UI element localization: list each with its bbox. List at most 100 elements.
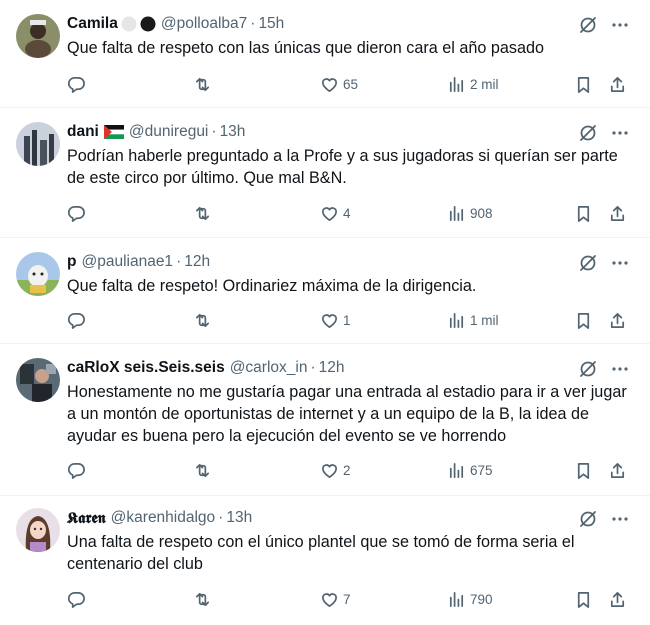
retweet-button[interactable] [193, 202, 212, 224]
view-count: 1 mil [470, 312, 499, 328]
view-count: 790 [470, 591, 493, 607]
share-button[interactable] [608, 202, 627, 224]
views-button[interactable]: 790 [447, 588, 493, 610]
heart-icon [321, 206, 338, 221]
bookmark-button[interactable] [574, 459, 593, 481]
avatar[interactable] [16, 252, 60, 296]
view-count: 2 mil [470, 76, 499, 92]
tweet[interactable]: 𝕶𝖆𝖗𝖊𝖓 @karenhidalgo · 13h Una falta de r… [0, 496, 650, 625]
like-count: 65 [343, 76, 359, 92]
share-button[interactable] [608, 459, 627, 481]
tweet[interactable]: dani @duniregui · 13h Podrían haberle pr… [0, 108, 650, 238]
like-count: 1 [343, 312, 351, 328]
like-button[interactable]: 4 [320, 202, 351, 224]
like-count: 7 [343, 591, 351, 607]
like-count: 4 [343, 205, 351, 221]
like-count: 2 [343, 462, 351, 478]
reply-button[interactable] [67, 588, 86, 610]
separator-dot: · [176, 253, 182, 270]
heart-icon [321, 592, 338, 607]
avatar[interactable] [16, 14, 60, 58]
avatar[interactable] [16, 122, 60, 166]
views-icon [449, 312, 464, 328]
more-icon[interactable] [610, 253, 630, 273]
bookmark-icon [577, 76, 590, 93]
reply-button[interactable] [67, 459, 86, 481]
retweet-button[interactable] [193, 459, 212, 481]
share-icon [610, 205, 625, 221]
action-bar: 1 1 mil [0, 309, 650, 331]
reply-button[interactable] [67, 202, 86, 224]
bookmark-button[interactable] [574, 202, 593, 224]
more-icon[interactable] [610, 359, 630, 379]
like-button[interactable]: 65 [320, 73, 358, 95]
reply-button[interactable] [67, 309, 86, 331]
avatar[interactable] [16, 358, 60, 402]
bookmark-button[interactable] [574, 73, 593, 95]
timestamp[interactable]: 13h [220, 123, 246, 141]
views-button[interactable]: 908 [447, 202, 493, 224]
views-button[interactable]: 2 mil [447, 73, 499, 95]
tweet[interactable]: p @paulianae1 · 12h Que falta de respeto… [0, 238, 650, 344]
separator-dot: · [250, 15, 256, 32]
display-name[interactable]: caRloX seis.Seis.seis [67, 359, 225, 377]
user-handle[interactable]: @karenhidalgo [111, 509, 216, 527]
bookmark-icon [577, 205, 590, 222]
grok-icon[interactable] [578, 15, 598, 35]
views-button[interactable]: 1 mil [447, 309, 499, 331]
retweet-button[interactable] [193, 309, 212, 331]
grok-icon[interactable] [578, 359, 598, 379]
like-button[interactable]: 7 [320, 588, 351, 610]
views-icon [449, 76, 464, 92]
grok-icon[interactable] [578, 123, 598, 143]
display-name[interactable]: p [67, 253, 76, 271]
user-handle[interactable]: @carlox_in [230, 359, 308, 377]
white-circle-emoji [121, 16, 137, 32]
share-button[interactable] [608, 588, 627, 610]
user-handle[interactable]: @duniregui [129, 123, 209, 141]
timestamp[interactable]: 15h [258, 15, 284, 33]
grok-icon[interactable] [578, 509, 598, 529]
views-button[interactable]: 675 [447, 459, 493, 481]
separator-dot: · [218, 509, 224, 526]
display-name[interactable]: dani [67, 123, 99, 141]
tweet[interactable]: Camila @polloalba7 · 15h Que falta de re… [0, 0, 650, 108]
retweet-button[interactable] [193, 73, 212, 95]
more-icon[interactable] [610, 123, 630, 143]
heart-icon [321, 77, 338, 92]
more-icon[interactable] [610, 15, 630, 35]
retweet-button[interactable] [193, 588, 212, 610]
palestine-flag-emoji [103, 125, 124, 139]
share-button[interactable] [608, 309, 627, 331]
heart-icon [321, 463, 338, 478]
bookmark-button[interactable] [574, 309, 593, 331]
retweet-icon [195, 77, 210, 91]
grok-icon[interactable] [578, 253, 598, 273]
timestamp[interactable]: 13h [226, 509, 252, 527]
bookmark-icon [577, 312, 590, 329]
display-name[interactable]: 𝕶𝖆𝖗𝖊𝖓 [67, 508, 106, 528]
user-handle[interactable]: @polloalba7 [161, 15, 247, 33]
like-button[interactable]: 2 [320, 459, 351, 481]
timestamp[interactable]: 12h [319, 359, 345, 377]
retweet-icon [195, 463, 210, 477]
avatar[interactable] [16, 508, 60, 552]
tweet-text: Que falta de respeto! Ordinariez máxima … [67, 277, 477, 295]
retweet-icon [195, 313, 210, 327]
reply-button[interactable] [67, 73, 86, 95]
share-icon [610, 591, 625, 607]
tweet-text: Podrían haberle preguntado a la Profe y … [67, 147, 618, 187]
user-handle[interactable]: @paulianae1 [81, 253, 173, 271]
more-icon[interactable] [610, 509, 630, 529]
like-button[interactable]: 1 [320, 309, 351, 331]
share-button[interactable] [608, 73, 627, 95]
tweet[interactable]: caRloX seis.Seis.seis @carlox_in · 12h H… [0, 344, 650, 496]
tweet-text: Que falta de respeto con las únicas que … [67, 39, 544, 57]
display-name[interactable]: Camila [67, 15, 118, 33]
timestamp[interactable]: 12h [184, 253, 210, 271]
action-bar: 65 2 mil [0, 73, 650, 95]
action-bar: 4 908 [0, 202, 650, 224]
heart-icon [321, 313, 338, 328]
retweet-icon [195, 206, 210, 220]
bookmark-button[interactable] [574, 588, 593, 610]
